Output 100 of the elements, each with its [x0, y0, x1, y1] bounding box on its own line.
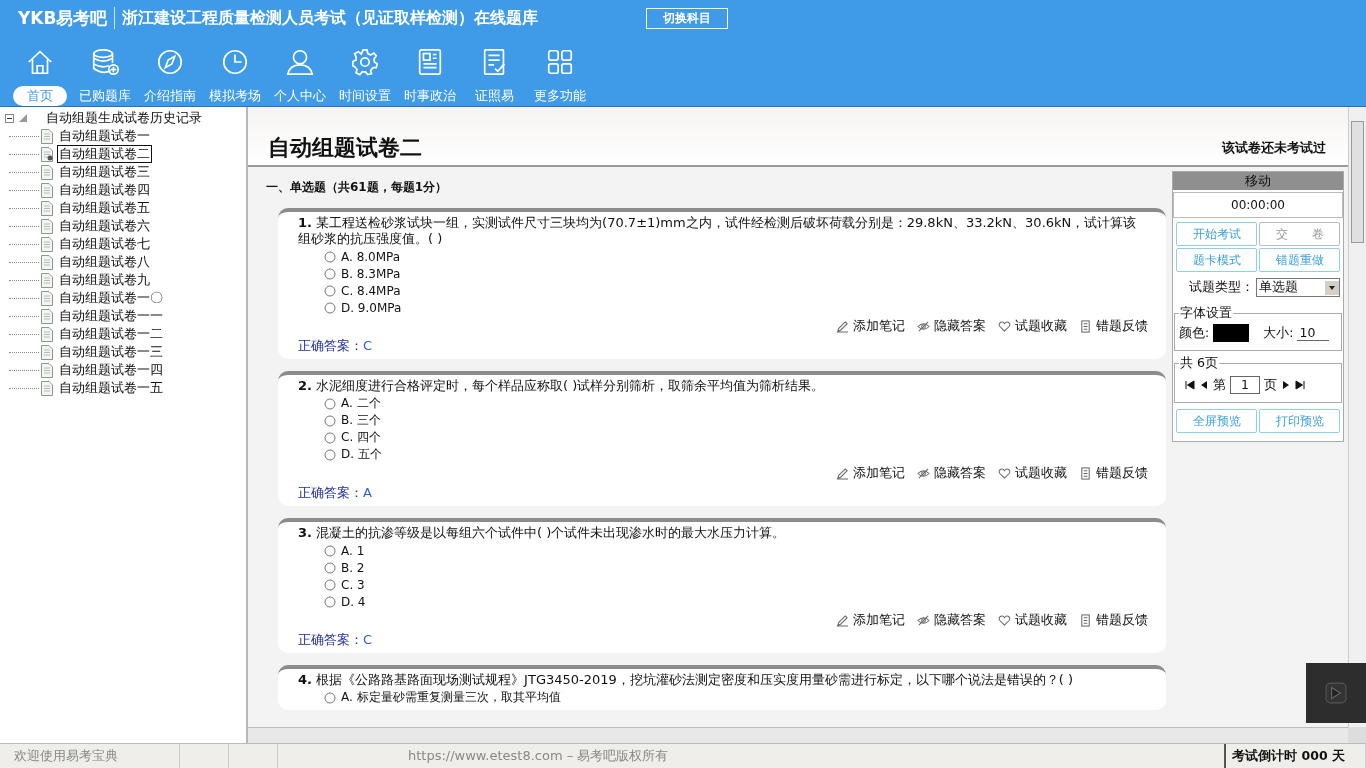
radio-button[interactable] [324, 561, 336, 574]
pencil-icon[interactable] [836, 467, 849, 480]
tree-root[interactable]: 自动组题生成试卷历史记录 [44, 109, 204, 127]
exam-countdown: 考试倒计时 000 天 [1224, 744, 1366, 768]
media-icon[interactable] [1325, 682, 1347, 704]
document-icon [41, 254, 53, 270]
option-label[interactable]: C. 8.4MPa [341, 283, 401, 298]
tree-item[interactable]: 自动组题试卷一二 [57, 325, 165, 343]
tree-item[interactable]: 自动组题试卷六 [57, 217, 152, 235]
action-link[interactable]: 添加笔记 [853, 612, 905, 629]
tree-item[interactable]: 自动组题试卷九 [57, 271, 152, 289]
first-page-icon[interactable] [1185, 380, 1195, 390]
action-link[interactable]: 试题收藏 [1015, 318, 1067, 335]
pencil-icon[interactable] [836, 320, 849, 333]
horizontal-scrollbar[interactable] [248, 727, 1348, 743]
action-link[interactable]: 隐藏答案 [934, 612, 986, 629]
document-icon [41, 200, 53, 216]
floating-widget[interactable] [1306, 663, 1366, 723]
radio-button[interactable] [324, 284, 336, 297]
option-label[interactable]: D. 9.0MPa [341, 300, 402, 315]
option-label[interactable]: C. 四个 [341, 429, 381, 446]
action-link[interactable]: 错题反馈 [1096, 465, 1148, 482]
radio-button[interactable] [324, 691, 336, 704]
option-label[interactable]: D. 4 [341, 594, 366, 609]
section-heading: 一、单选题（共61题，每题1分） [265, 179, 449, 196]
settings-icon[interactable] [349, 47, 380, 77]
page-field[interactable]: 1 [1230, 376, 1260, 394]
document-icon [41, 326, 53, 342]
size-field[interactable]: 10 [1297, 325, 1330, 341]
tree-item[interactable]: 自动组题试卷一三 [57, 343, 165, 361]
eye-icon[interactable] [917, 467, 930, 480]
tree-item[interactable]: 自动组题试卷四 [57, 181, 152, 199]
action-link[interactable]: 试题收藏 [1015, 612, 1067, 629]
tree-item[interactable]: 自动组题试卷一〇 [57, 289, 165, 307]
action-link[interactable]: 添加笔记 [853, 318, 905, 335]
option-label[interactable]: B. 三个 [341, 412, 381, 429]
action-link[interactable]: 隐藏答案 [934, 465, 986, 482]
tree-item[interactable]: 自动组题试卷一五 [57, 379, 165, 397]
triangle-icon [18, 113, 28, 123]
option-label[interactable]: A. 二个 [341, 395, 381, 412]
question-text: 2. 水泥细度进行合格评定时，每个样品应称取( )试样分别筛析，取筛余平均值为筛析结果。 [298, 378, 826, 394]
exam-status: 该试卷还未考试过 [1222, 140, 1326, 157]
pencil-icon[interactable] [836, 614, 849, 627]
color-swatch[interactable] [1213, 324, 1250, 342]
tree-item[interactable]: 自动组题试卷二 [57, 145, 152, 163]
heart-icon[interactable] [998, 614, 1011, 627]
option-label[interactable]: A. 8.0MPa [341, 249, 401, 264]
action-link[interactable]: 隐藏答案 [934, 318, 986, 335]
action-link[interactable]: 添加笔记 [853, 465, 905, 482]
action-link[interactable]: 试题收藏 [1015, 465, 1067, 482]
eye-icon[interactable] [917, 320, 930, 333]
tree-item[interactable]: 自动组题试卷八 [57, 253, 152, 271]
person-icon[interactable] [284, 47, 315, 77]
copyright-text: https://www.etest8.com – 易考吧版权所有 [407, 747, 670, 765]
radio-button[interactable] [324, 301, 336, 314]
app-logo: YKB易考吧 [18, 6, 108, 30]
vertical-scrollbar[interactable] [1348, 107, 1366, 727]
tree-item[interactable]: 自动组题试卷五 [57, 199, 152, 217]
radio-button[interactable] [324, 414, 336, 427]
tree-item[interactable]: 自动组题试卷一 [57, 127, 152, 145]
action-link[interactable]: 错题反馈 [1096, 612, 1148, 629]
next-page-icon[interactable] [1281, 380, 1291, 390]
document-icon [41, 164, 53, 180]
collapse-icon[interactable] [5, 113, 14, 123]
correct-answer: 正确答案：C [298, 337, 374, 355]
radio-button[interactable] [324, 267, 336, 280]
option-label[interactable]: A. 标定量砂需重复测量三次，取其平均值 [341, 689, 561, 706]
heart-icon[interactable] [998, 320, 1011, 333]
option-label[interactable]: B. 2 [341, 560, 365, 575]
radio-button[interactable] [324, 250, 336, 263]
document-icon [41, 218, 53, 234]
report-icon[interactable] [1079, 614, 1092, 627]
report-icon[interactable] [1079, 467, 1092, 480]
color-label: 颜色: [1179, 324, 1210, 342]
radio-button[interactable] [324, 397, 336, 410]
radio-button[interactable] [324, 544, 336, 557]
radio-button[interactable] [324, 431, 336, 444]
radio-button[interactable] [324, 595, 336, 608]
document-icon [41, 128, 53, 144]
option-label[interactable]: B. 8.3MPa [341, 266, 401, 281]
option-label[interactable]: C. 3 [341, 577, 365, 592]
document-icon [41, 182, 53, 198]
panel-title[interactable]: 移动 [1173, 172, 1343, 190]
previous-page-icon[interactable] [1199, 380, 1209, 390]
eye-icon[interactable] [917, 614, 930, 627]
tree-item[interactable]: 自动组题试卷一四 [57, 361, 165, 379]
report-icon[interactable] [1079, 320, 1092, 333]
option-label[interactable]: A. 1 [341, 543, 365, 558]
option-label[interactable]: D. 五个 [341, 446, 382, 463]
tree-item[interactable]: 自动组题试卷七 [57, 235, 152, 253]
tree-item[interactable]: 自动组题试卷一一 [57, 307, 165, 325]
document-icon [41, 362, 53, 378]
radio-button[interactable] [324, 448, 336, 461]
action-link[interactable]: 错题反馈 [1096, 318, 1148, 335]
radio-button[interactable] [324, 578, 336, 591]
heart-icon[interactable] [998, 467, 1011, 480]
type-dropdown[interactable]: 单选题 [1256, 278, 1340, 297]
tree-item[interactable]: 自动组题试卷三 [57, 163, 152, 181]
welcome-text: 欢迎使用易考宝典 [0, 744, 180, 768]
last-page-icon[interactable] [1295, 380, 1305, 390]
